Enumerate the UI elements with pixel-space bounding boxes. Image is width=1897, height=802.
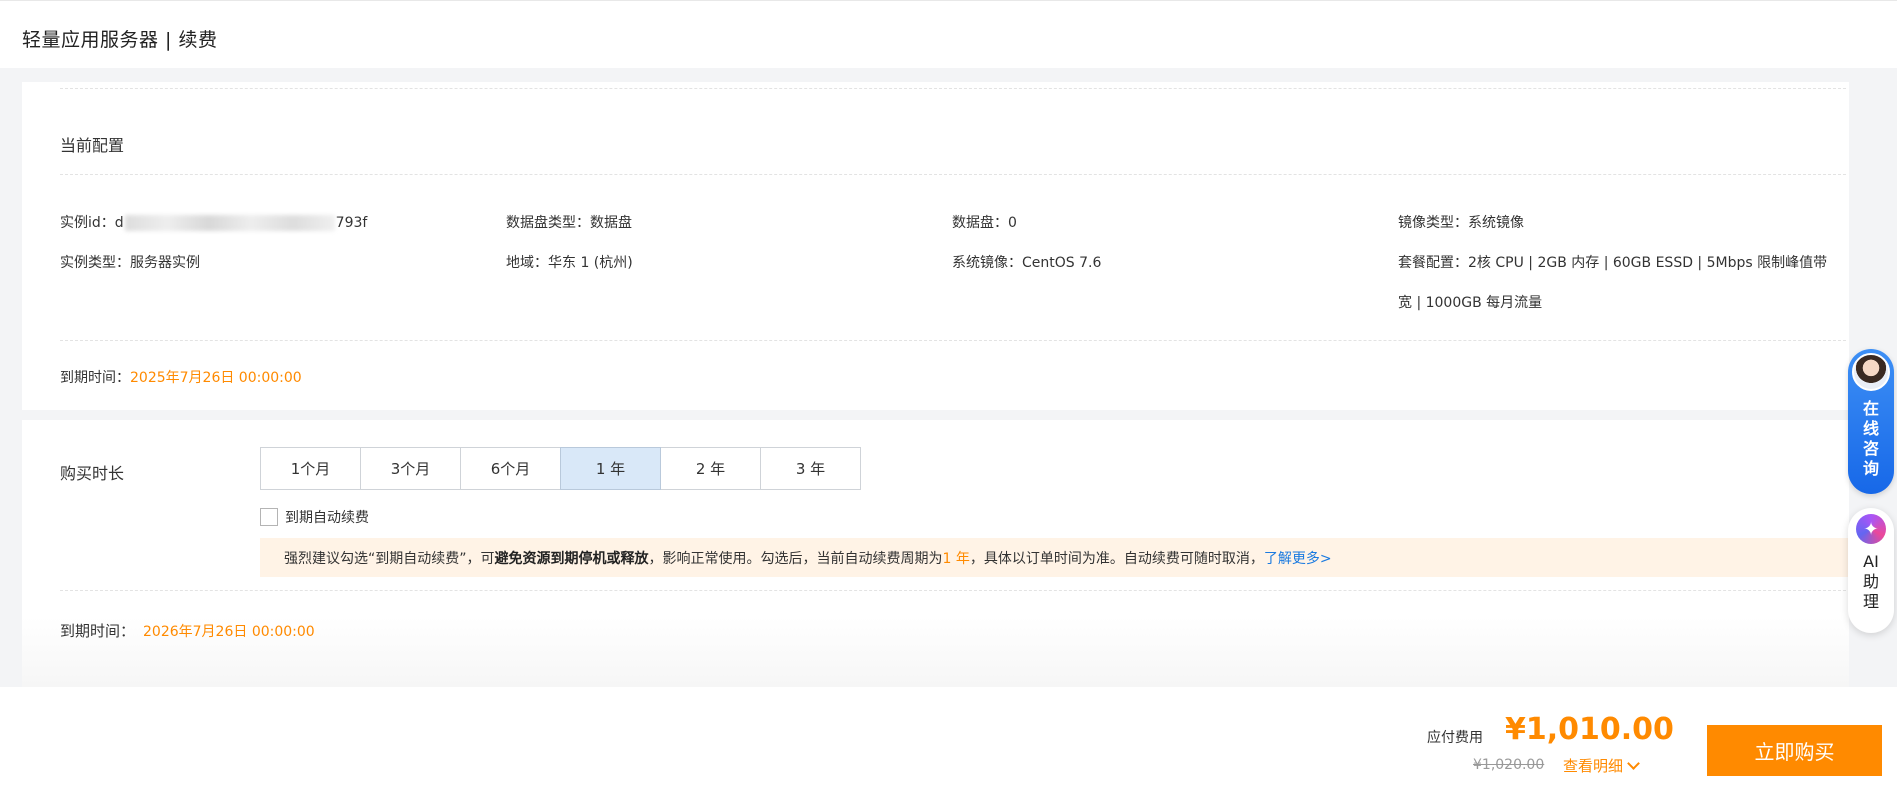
data-disk-label: 数据盘： bbox=[952, 215, 1008, 231]
buy-now-button[interactable]: 立即购买 bbox=[1707, 725, 1882, 776]
image-type-label: 镜像类型： bbox=[1398, 215, 1468, 231]
view-details-label: 查看明细 bbox=[1563, 757, 1624, 775]
divider bbox=[60, 174, 1846, 175]
original-price: ¥1,020.00 bbox=[1473, 757, 1545, 773]
image-type-value: 系统镜像 bbox=[1468, 215, 1524, 231]
auto-renew-row[interactable]: 到期自动续费 bbox=[260, 507, 369, 527]
page-title: 轻量应用服务器 | 续费 bbox=[22, 29, 218, 51]
chevron-down-icon bbox=[1627, 757, 1640, 770]
system-image-label: 系统镜像： bbox=[952, 255, 1022, 271]
region-label: 地域： bbox=[506, 255, 548, 271]
current-expire: 到期时间：2025年7月26日 00:00:00 bbox=[60, 367, 302, 387]
notice-text-2: ，影响正常使用。勾选后，当前自动续费周期为 bbox=[648, 550, 943, 567]
config-instance-id: 实例id：d 793f bbox=[60, 212, 367, 232]
divider bbox=[60, 340, 1846, 341]
view-details-link[interactable]: 查看明细 bbox=[1563, 755, 1640, 776]
data-disk-type-value: 数据盘 bbox=[590, 215, 632, 231]
config-region: 地域：华东 1 (杭州) bbox=[506, 252, 633, 272]
instance-type-value: 服务器实例 bbox=[130, 255, 200, 271]
notice-text-3: ，具体以订单时间为准。自动续费可随时取消， bbox=[969, 550, 1264, 567]
data-disk-type-label: 数据盘类型： bbox=[506, 215, 590, 231]
ai-sparkle-icon: ✦ bbox=[1856, 514, 1886, 544]
duration-option-3-year[interactable]: 3 年 bbox=[760, 447, 861, 490]
config-instance-type: 实例类型：服务器实例 bbox=[60, 252, 200, 272]
instance-id-prefix: d bbox=[114, 215, 124, 231]
package-value-line2: 宽 | 1000GB 每月流量 bbox=[1398, 295, 1543, 311]
duration-option-2-year[interactable]: 2 年 bbox=[660, 447, 761, 490]
package-value-line1: 2核 CPU | 2GB 内存 | 60GB ESSD | 5Mbps 限制峰值… bbox=[1468, 255, 1828, 271]
checkout-footer: 应付费用 ¥1,010.00 ¥1,020.00 查看明细 立即购买 bbox=[0, 687, 1897, 802]
auto-renew-label: 到期自动续费 bbox=[285, 510, 369, 526]
auto-renew-checkbox[interactable] bbox=[260, 508, 278, 526]
duration-option-6-month[interactable]: 6个月 bbox=[460, 447, 561, 490]
current-config-card: 当前配置 实例id：d 793f 数据盘类型：数据盘 数据盘：0 镜像类型：系统镜… bbox=[22, 82, 1849, 410]
config-system-image: 系统镜像：CentOS 7.6 bbox=[952, 252, 1101, 272]
duration-selector: 1个月 3个月 6个月 1 年 2 年 3 年 bbox=[260, 447, 861, 490]
package-label: 套餐配置： bbox=[1398, 255, 1468, 271]
system-image-value: CentOS 7.6 bbox=[1022, 255, 1102, 271]
notice-text-1: 强烈建议勾选“到期自动续费”，可 bbox=[284, 550, 495, 567]
new-expire-label: 到期时间： bbox=[60, 622, 136, 640]
region-value: 华东 1 (杭州) bbox=[548, 255, 633, 271]
pay-label: 应付费用 bbox=[1427, 730, 1483, 746]
instance-type-label: 实例类型： bbox=[60, 255, 130, 271]
duration-option-1-month[interactable]: 1个月 bbox=[260, 447, 361, 490]
ai-assistant-label: AI 助理 bbox=[1862, 552, 1879, 611]
new-expire: 到期时间： 2026年7月26日 00:00:00 bbox=[60, 620, 315, 641]
learn-more-link[interactable]: 了解更多> bbox=[1264, 548, 1332, 568]
duration-label: 购买时长 bbox=[60, 464, 125, 483]
current-expire-value: 2025年7月26日 00:00:00 bbox=[130, 370, 302, 386]
purchase-card: 购买时长 1个月 3个月 6个月 1 年 2 年 3 年 到期自动续费 强烈建议… bbox=[22, 420, 1849, 687]
config-package: 套餐配置：2核 CPU | 2GB 内存 | 60GB ESSD | 5Mbps… bbox=[1398, 252, 1827, 272]
instance-id-label: 实例id： bbox=[60, 215, 115, 231]
data-disk-value: 0 bbox=[1008, 215, 1017, 231]
total-price: ¥1,010.00 bbox=[1505, 712, 1674, 747]
config-data-disk-type: 数据盘类型：数据盘 bbox=[506, 212, 632, 232]
config-image-type: 镜像类型：系统镜像 bbox=[1398, 212, 1524, 232]
config-data-disk: 数据盘：0 bbox=[952, 212, 1017, 232]
new-expire-value: 2026年7月26日 00:00:00 bbox=[143, 624, 315, 640]
section-title-current-config: 当前配置 bbox=[60, 136, 125, 155]
config-package-line2: 宽 | 1000GB 每月流量 bbox=[1398, 292, 1542, 312]
duration-option-1-year[interactable]: 1 年 bbox=[560, 447, 661, 490]
divider bbox=[60, 88, 1846, 89]
divider bbox=[60, 590, 1846, 591]
online-consult-label: 在线咨询 bbox=[1862, 399, 1879, 478]
notice-period: 1 年 bbox=[942, 550, 970, 567]
ai-assistant-widget[interactable]: ✦ AI 助理 bbox=[1848, 508, 1894, 633]
current-expire-label: 到期时间： bbox=[60, 370, 130, 386]
online-consult-widget[interactable]: 在线咨询 bbox=[1848, 349, 1894, 494]
top-header: 轻量应用服务器 | 续费 bbox=[0, 0, 1897, 68]
agent-avatar-icon bbox=[1852, 353, 1890, 391]
instance-id-redacted bbox=[124, 215, 335, 231]
instance-id-suffix: 793f bbox=[335, 215, 368, 231]
notice-bold: 避免资源到期停机或释放 bbox=[494, 550, 649, 567]
duration-option-3-month[interactable]: 3个月 bbox=[360, 447, 461, 490]
auto-renew-notice: 强烈建议勾选“到期自动续费”，可 避免资源到期停机或释放 ，影响正常使用。勾选后，当… bbox=[260, 538, 1849, 577]
